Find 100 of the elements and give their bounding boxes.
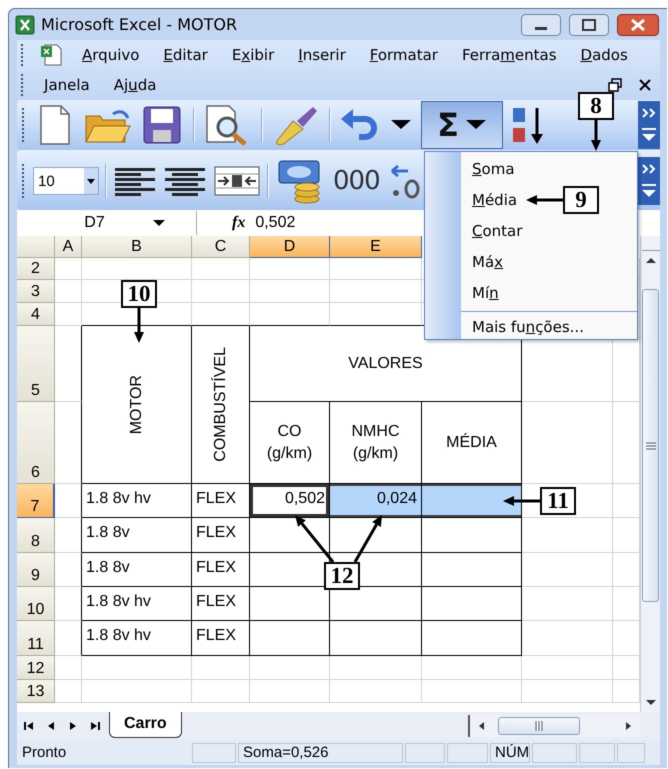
column-header[interactable]: C: [192, 236, 250, 258]
table-cell: [192, 280, 250, 303]
menu-item[interactable]: Editar: [151, 46, 220, 64]
column-header[interactable]: B: [82, 236, 192, 258]
table-cell: FLEX: [192, 553, 250, 587]
close-button[interactable]: [617, 14, 659, 36]
vertical-scrollbar[interactable]: [640, 236, 660, 712]
menu-item[interactable]: Dados: [568, 46, 640, 64]
callout-number: 12: [324, 562, 360, 590]
table-cell: [55, 518, 82, 553]
table-cell: 0,502: [250, 484, 330, 518]
row-header[interactable]: 4: [17, 303, 55, 326]
window-title: Microsoft Excel - MOTOR: [41, 15, 238, 34]
menu-item[interactable]: Arquivo: [70, 46, 152, 64]
excel-icon: [15, 14, 35, 34]
menu-item[interactable]: Soma: [461, 154, 523, 185]
status-panel: [405, 742, 445, 762]
callout-number: 10: [121, 280, 157, 308]
row-header[interactable]: 7: [17, 484, 55, 518]
toolbar-options-icon[interactable]: [638, 157, 660, 205]
table-cell: 0,024: [330, 484, 422, 518]
menu-item[interactable]: Janela: [32, 76, 102, 94]
table-cell: [192, 680, 250, 703]
status-text: NÚM: [490, 742, 530, 762]
menu-item[interactable]: Mais funções...: [461, 311, 637, 343]
menu-item[interactable]: Inserir: [286, 46, 358, 64]
table-cell: [55, 303, 82, 326]
sheet-tab[interactable]: Carro: [109, 712, 182, 738]
row-header[interactable]: 2: [17, 258, 55, 280]
menu-item[interactable]: Ferramentas: [450, 46, 569, 64]
row-header[interactable]: 12: [17, 656, 55, 680]
column-header[interactable]: D: [250, 236, 330, 258]
table-cell: [55, 258, 82, 280]
row-header[interactable]: 11: [17, 621, 55, 656]
table-cell: [55, 680, 82, 703]
table-cell: [55, 621, 82, 656]
table-cell: [192, 303, 250, 326]
close-icon[interactable]: [638, 78, 652, 92]
thousands-button[interactable]: 000: [333, 166, 380, 196]
table-cell: [55, 484, 82, 518]
row-header[interactable]: 3: [17, 280, 55, 303]
document-icon: [40, 43, 62, 67]
table-cell: 1.8 8v hv: [82, 484, 192, 518]
table-cell: 1.8 8v hv: [82, 587, 192, 621]
status-panel: [192, 742, 236, 762]
grip-icon: [535, 721, 543, 731]
callout-number: 11: [540, 487, 576, 515]
table-header: COMBUSTÍVEL: [212, 347, 230, 462]
status-panel: [617, 742, 645, 762]
table-cell: [192, 258, 250, 280]
row-header[interactable]: 13: [17, 680, 55, 703]
scroll-thumb[interactable]: [498, 717, 580, 735]
menu-item[interactable]: Contar: [461, 216, 530, 247]
table-cell: 1.8 8v hv: [82, 621, 192, 656]
callout-number: 8: [578, 92, 614, 120]
table-cell: [55, 656, 82, 680]
menu-item[interactable]: Ajuda: [102, 76, 168, 94]
table-cell: FLEX: [192, 587, 250, 621]
table-cell: [55, 553, 82, 587]
status-text: Pronto: [21, 742, 68, 762]
table-cell: 1.8 8v: [82, 553, 192, 587]
minimize-button[interactable]: [521, 14, 561, 36]
status-panel: [532, 742, 577, 762]
function-label[interactable]: fx: [232, 214, 246, 232]
row-header[interactable]: 5: [17, 326, 55, 402]
name-box[interactable]: D7: [17, 211, 197, 235]
font-size-field[interactable]: 10: [33, 167, 99, 195]
row-header[interactable]: 8: [17, 518, 55, 553]
table-cell: [55, 587, 82, 621]
table-cell: FLEX: [192, 518, 250, 553]
menu-item[interactable]: Formatar: [358, 46, 450, 64]
table-cell: FLEX: [192, 621, 250, 656]
autosum-button[interactable]: Σ: [421, 101, 503, 149]
restore-icon[interactable]: [608, 78, 622, 92]
column-header[interactable]: E: [330, 236, 422, 258]
table-cell: [55, 280, 82, 303]
menu-item[interactable]: Mín: [461, 278, 507, 309]
row-header[interactable]: 9: [17, 553, 55, 587]
dropdown-icon: [152, 218, 166, 228]
status-panel: [447, 742, 488, 762]
menu-item[interactable]: Exibir: [220, 46, 286, 64]
horizontal-scrollbar[interactable]: [468, 715, 640, 737]
status-panel: [579, 742, 615, 762]
row-header[interactable]: 6: [17, 402, 55, 484]
menu-item[interactable]: Média: [461, 185, 526, 216]
table-header: MOTOR: [128, 374, 146, 434]
scroll-thumb[interactable]: [642, 289, 659, 602]
menu-item[interactable]: Máx: [461, 247, 512, 278]
column-header[interactable]: A: [55, 236, 82, 258]
row-header[interactable]: 10: [17, 587, 55, 621]
table-cell: [192, 656, 250, 680]
table-cell: 1.8 8v: [82, 518, 192, 553]
caret-icon: [464, 119, 487, 131]
caret-icon[interactable]: [389, 119, 413, 131]
grip-icon: [646, 442, 656, 450]
status-text: Soma=0,526: [238, 742, 403, 762]
dropdown-icon: [84, 168, 98, 194]
callout-number: 9: [563, 186, 599, 214]
maximize-button[interactable]: [569, 14, 609, 36]
toolbar-options-icon[interactable]: [638, 101, 660, 149]
